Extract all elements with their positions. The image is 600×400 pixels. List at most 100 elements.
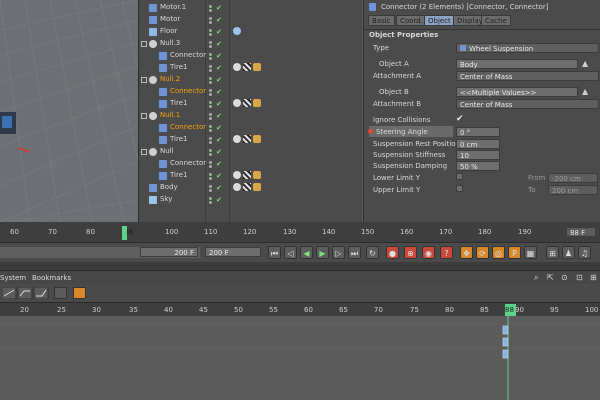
search-icon[interactable]: ⌕: [534, 273, 538, 283]
scale-key-icon[interactable]: ◎: [492, 246, 505, 259]
character-icon[interactable]: ♟: [562, 246, 575, 259]
object-row[interactable]: Sky ✔: [139, 194, 363, 206]
rotate-key-icon[interactable]: ⟳: [476, 246, 489, 259]
current-frame-field[interactable]: 88 F: [566, 227, 596, 237]
expand-toggle-icon[interactable]: [141, 113, 147, 119]
tab-object[interactable]: Object: [424, 15, 455, 26]
tab-coord[interactable]: Coord.: [396, 15, 427, 26]
move-key-icon[interactable]: ✥: [460, 246, 473, 259]
record-keys-icon[interactable]: ⊕: [404, 246, 417, 259]
menu-system[interactable]: System: [0, 274, 26, 282]
visibility-dots-icon[interactable]: ✔: [209, 125, 225, 132]
object-row[interactable]: Motor.1 ✔: [139, 2, 363, 14]
object-row[interactable]: Body ✔: [139, 182, 363, 194]
object-a-field[interactable]: Body: [456, 59, 578, 69]
sound-icon[interactable]: ♫: [578, 246, 591, 259]
tag-icons[interactable]: [233, 171, 261, 181]
pick-object-icon[interactable]: ▲: [582, 59, 588, 68]
to-field[interactable]: 200 cm: [548, 185, 598, 195]
visibility-dots-icon[interactable]: ✔: [209, 29, 225, 36]
object-row[interactable]: Connector ✔: [139, 158, 363, 170]
maximize-icon[interactable]: ⊞: [590, 273, 597, 282]
visibility-dots-icon[interactable]: ✔: [209, 53, 225, 60]
next-key-button[interactable]: ▷: [332, 246, 345, 259]
loop-icon[interactable]: ↻: [366, 246, 379, 259]
visibility-dots-icon[interactable]: ✔: [209, 77, 225, 84]
object-row[interactable]: Connector ✔: [139, 50, 363, 62]
param-key-icon[interactable]: P: [508, 246, 521, 259]
tag-icons[interactable]: [233, 183, 261, 193]
expand-toggle-icon[interactable]: [141, 77, 147, 83]
3d-viewport[interactable]: [0, 0, 138, 222]
object-row[interactable]: Null.2 ✔: [139, 74, 363, 86]
object-row[interactable]: Null ✔: [139, 146, 363, 158]
go-to-start-button[interactable]: ⏮: [268, 246, 281, 259]
tab-cache[interactable]: Cache: [481, 15, 511, 26]
type-dropdown[interactable]: Wheel Suspension: [456, 43, 599, 53]
menu-bookmarks[interactable]: Bookmarks: [32, 274, 71, 282]
object-row[interactable]: Tire1 ✔: [139, 62, 363, 74]
visibility-dots-icon[interactable]: ✔: [209, 149, 225, 156]
play-backward-button[interactable]: ◀: [300, 246, 313, 259]
tag-icons[interactable]: [233, 27, 241, 37]
timeline-playhead[interactable]: [122, 226, 127, 240]
visibility-dots-icon[interactable]: ✔: [209, 89, 225, 96]
object-row[interactable]: Connector ✔: [139, 122, 363, 134]
ignore-collisions-checkbox[interactable]: ✔: [456, 114, 464, 124]
visibility-dots-icon[interactable]: ✔: [209, 113, 225, 120]
upper-limit-checkbox[interactable]: [456, 185, 463, 192]
auto-key-icon[interactable]: ◉: [422, 246, 435, 259]
visibility-dots-icon[interactable]: ✔: [209, 197, 225, 204]
visibility-dots-icon[interactable]: ✔: [209, 65, 225, 72]
steering-angle-field[interactable]: 0 °: [456, 127, 500, 137]
object-row[interactable]: Floor ✔: [139, 26, 363, 38]
tag-icons[interactable]: [233, 99, 261, 109]
visibility-dots-icon[interactable]: ✔: [209, 5, 225, 12]
visibility-dots-icon[interactable]: ✔: [209, 101, 225, 108]
from-field[interactable]: -200 cm: [548, 173, 598, 183]
visibility-dots-icon[interactable]: ✔: [209, 185, 225, 192]
pick-object-icon[interactable]: ▲: [582, 87, 588, 96]
timeline-ruler[interactable]: 60 70 80 88 100 110 120 130 140 150 160 170 180 190 8…: [0, 222, 600, 242]
object-b-field[interactable]: <<Multiple Values>>: [456, 87, 578, 97]
visibility-dots-icon[interactable]: ✔: [209, 41, 225, 48]
object-row[interactable]: Null.1 ✔: [139, 110, 363, 122]
scheme-icon[interactable]: ⊞: [546, 246, 559, 259]
dopesheet-ruler[interactable]: 20 25 30 35 40 45 50 55 60 65 70 75 80 85 88 90 95 100: [0, 302, 600, 316]
preview-min-field[interactable]: 200 F: [140, 247, 198, 257]
object-row[interactable]: Null.3 ✔: [139, 38, 363, 50]
object-row[interactable]: Tire1 ✔: [139, 170, 363, 182]
attachment-a-dropdown[interactable]: Center of Mass: [456, 71, 599, 81]
object-row[interactable]: Connector ✔: [139, 86, 363, 98]
arrow-icon[interactable]: ⇱: [547, 273, 554, 282]
dopesheet-tracks[interactable]: [0, 316, 600, 400]
play-forward-button[interactable]: ▶: [316, 246, 329, 259]
rest-position-field[interactable]: 0 cm: [456, 139, 500, 149]
pla-key-icon[interactable]: ▦: [524, 246, 537, 259]
keyframe[interactable]: [502, 337, 509, 347]
lock-icon[interactable]: ⊙: [561, 273, 568, 282]
tag-icons[interactable]: [233, 135, 261, 145]
lower-limit-checkbox[interactable]: [456, 173, 463, 180]
new-window-icon[interactable]: ⊡: [576, 273, 583, 282]
curve-icons[interactable]: [2, 287, 50, 299]
key-mode-icon[interactable]: [54, 287, 67, 299]
object-row[interactable]: Tire1 ✔: [139, 134, 363, 146]
expand-toggle-icon[interactable]: [141, 41, 147, 47]
visibility-dots-icon[interactable]: ✔: [209, 161, 225, 168]
preview-max-field[interactable]: 200 F: [205, 247, 261, 257]
expand-toggle-icon[interactable]: [141, 149, 147, 155]
keyframe-selection-icon[interactable]: ?: [440, 246, 453, 259]
keyframe-dot-icon[interactable]: [368, 129, 373, 134]
previous-key-button[interactable]: ◁: [284, 246, 297, 259]
tab-basic[interactable]: Basic: [368, 15, 395, 26]
attachment-b-dropdown[interactable]: Center of Mass: [456, 99, 599, 109]
keyframe[interactable]: [502, 349, 509, 359]
object-row[interactable]: Tire1 ✔: [139, 98, 363, 110]
damping-field[interactable]: 50 %: [456, 161, 500, 171]
visibility-dots-icon[interactable]: ✔: [209, 173, 225, 180]
object-row[interactable]: Motor ✔: [139, 14, 363, 26]
motion-mode-icon[interactable]: [73, 287, 86, 299]
visibility-dots-icon[interactable]: ✔: [209, 137, 225, 144]
stiffness-field[interactable]: 10: [456, 150, 500, 160]
